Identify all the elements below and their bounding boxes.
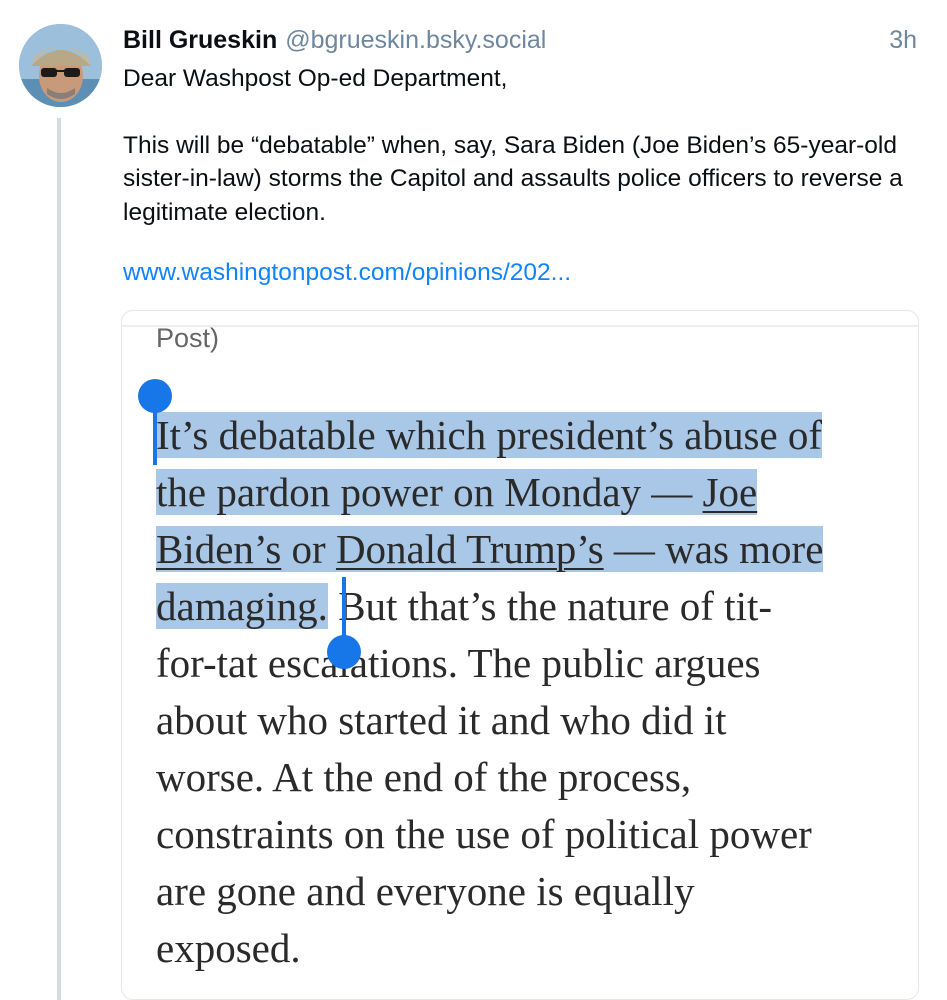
post-paragraph: Dear Washpost Op-ed Department, <box>123 65 508 92</box>
article-line: for-tat escalations. The public argues <box>156 640 761 686</box>
post-paragraph: This will be “debatable” when, say, Sara… <box>123 131 903 226</box>
article-line: constraints on the use of political powe… <box>156 811 812 857</box>
article-line: It’s debatable which president’s abuse o… <box>156 407 896 464</box>
article-link-donald-trump: Donald Trump’s <box>335 526 604 572</box>
author-handle[interactable]: @bgrueskin.bsky.social <box>285 26 546 55</box>
selected-text: damaging. <box>156 583 328 629</box>
article-text: But that’s the nature of tit- <box>327 583 773 629</box>
article-excerpt: It’s debatable which president’s abuse o… <box>156 407 896 977</box>
author-name[interactable]: Bill Grueskin <box>123 26 277 55</box>
selected-text: It’s debatable which president’s abuse o… <box>156 412 823 458</box>
article-link-joe-biden: Biden’s <box>156 526 282 572</box>
article-cutoff-text: Post) <box>156 323 220 353</box>
article-text: or <box>281 526 336 572</box>
article-line: the pardon power on Monday — Joe <box>156 464 896 521</box>
selected-text: Biden’s or Donald Trump’s — was more <box>156 526 824 572</box>
article-line: damaging. But that’s the nature of tit- <box>156 578 896 635</box>
post-body: Dear Washpost Op-ed Department, This wil… <box>123 62 923 229</box>
article-text: — was more <box>603 526 824 572</box>
post-header: Bill Grueskin @bgrueskin.bsky.social 3h <box>123 26 917 58</box>
avatar-photo-icon <box>19 24 102 107</box>
post-link[interactable]: www.washingtonpost.com/opinions/202... <box>123 256 571 289</box>
article-link-joe-biden: Joe <box>702 469 758 515</box>
article-line: about who started it and who did it <box>156 697 727 743</box>
article-line: Biden’s or Donald Trump’s — was more <box>156 521 896 578</box>
thread-line <box>57 118 61 1000</box>
article-line: worse. At the end of the process, <box>156 754 692 800</box>
article-line: are gone and everyone is equally <box>156 868 695 914</box>
article-text: the pardon power on Monday — <box>156 469 703 515</box>
embedded-image-card[interactable]: Post) It’s debatable which president’s a… <box>121 310 919 1000</box>
post-timestamp[interactable]: 3h <box>889 26 917 55</box>
card-divider <box>122 325 918 327</box>
selected-text: the pardon power on Monday — Joe <box>156 469 758 515</box>
avatar[interactable] <box>19 24 102 107</box>
article-line: exposed. <box>156 925 301 971</box>
